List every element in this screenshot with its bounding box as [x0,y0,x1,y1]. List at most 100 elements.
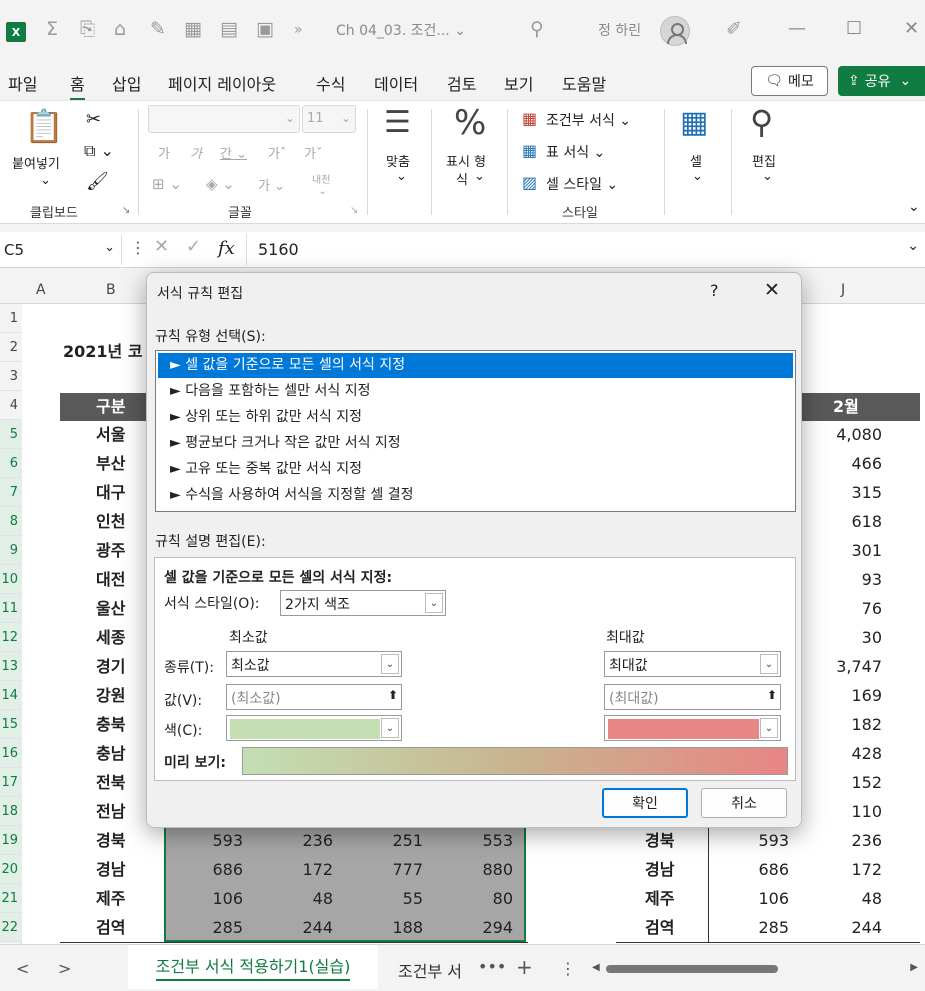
row-header[interactable]: 11 [0,594,22,623]
cells-icon[interactable]: ▦ [680,105,708,140]
value-cell[interactable]: 777 [360,855,423,884]
tab-review[interactable]: 검토 [447,71,476,95]
italic-icon[interactable]: 가 [190,143,202,162]
horizontal-scrollbar[interactable]: ◀ ▶ [592,962,918,975]
max-type-dropdown[interactable]: 최대값 ⌄ [604,651,781,677]
bold-icon[interactable]: 가 [158,143,170,162]
number-format-label-2[interactable]: 식 [456,169,468,188]
region-cell[interactable]: 대전 [96,565,136,594]
align-label[interactable]: 맞춤 [386,151,410,170]
rule-type-item[interactable]: ► 셀 값을 기준으로 모든 셀의 서식 지정 [158,353,793,378]
value-cell[interactable]: 315 [820,478,882,507]
region-cell[interactable]: 강원 [96,681,136,710]
insert-function-icon[interactable]: ⎘ [80,18,95,40]
row-header[interactable]: 7 [0,478,22,507]
number-format-icon[interactable]: ⌂ [114,18,126,40]
region-cell[interactable]: 광주 [96,536,136,565]
scrollbar-thumb[interactable] [606,965,778,973]
help-icon[interactable]: ? [710,281,719,300]
tab-view[interactable]: 보기 [504,71,533,95]
font-color-icon[interactable]: 가 ⌄ [258,175,285,194]
col-header-a[interactable]: A [36,282,46,298]
conditional-format-icon[interactable]: ▦ [522,109,537,128]
table-icon[interactable]: ▦ [184,18,202,40]
value-cell[interactable]: 106 [727,884,789,913]
region-cell[interactable]: 충북 [96,710,136,739]
value-cell[interactable]: 251 [360,826,423,855]
row-header[interactable]: 5 [0,420,22,449]
region-cell[interactable]: 검역 [645,913,685,942]
formula-input[interactable]: 5160 [258,240,299,259]
more-options-icon[interactable]: ⋮ [130,238,146,257]
row-header[interactable]: 15 [0,710,22,739]
maximize-icon[interactable]: ☐ [846,18,862,39]
chevron-down-icon[interactable]: ⌄ [762,169,773,184]
value-cell[interactable]: 110 [820,797,882,826]
copy-icon[interactable]: ⧉ ⌄ [84,141,114,161]
font-name-box[interactable]: ⌄ [148,105,300,133]
value-cell[interactable]: 172 [820,855,882,884]
value-cell[interactable]: 285 [727,913,789,942]
max-value-input[interactable]: (최대값) ⬆ [604,684,781,710]
region-cell[interactable]: 전북 [96,768,136,797]
dialog-launcher-icon[interactable]: ↘ [122,205,130,216]
chevron-down-icon[interactable]: ⌄ [474,169,485,184]
value-cell[interactable]: 182 [820,710,882,739]
value-cell[interactable]: 880 [450,855,513,884]
region-cell[interactable]: 대구 [96,478,136,507]
value-cell[interactable]: 686 [727,855,789,884]
tab-insert[interactable]: 삽입 [112,71,141,95]
value-cell[interactable]: 48 [820,884,882,913]
cell-style-button[interactable]: 셀 스타일 ⌄ [546,174,618,194]
row-header[interactable]: 14 [0,681,22,710]
range-select-icon[interactable]: ⬆ [388,688,398,702]
memo-button[interactable]: 🗨 메모 [751,66,828,96]
row-header[interactable]: 18 [0,797,22,826]
table-style-icon[interactable]: ▤ [220,18,238,40]
value-cell[interactable]: 244 [270,913,333,942]
value-cell[interactable]: 4,080 [820,420,882,449]
row-header[interactable]: 2 [0,333,22,362]
autosum-icon[interactable]: Σ [46,18,58,40]
next-sheet-icon[interactable]: > [58,959,71,978]
value-cell[interactable]: 3,747 [820,652,882,681]
close-icon[interactable]: ✕ [764,279,780,301]
cut-icon[interactable]: ✂ [86,109,101,130]
region-cell[interactable]: 부산 [96,449,136,478]
percent-icon[interactable]: % [454,103,486,143]
cancel-button[interactable]: 취소 [701,788,787,818]
value-cell[interactable]: 106 [180,884,243,913]
value-cell[interactable]: 553 [450,826,513,855]
edit-label[interactable]: 편집 [752,151,776,170]
row-header[interactable]: 13 [0,652,22,681]
row-header[interactable]: 19 [0,826,22,855]
tab-help[interactable]: 도움말 [562,71,606,95]
value-cell[interactable]: 48 [270,884,333,913]
range-select-icon[interactable]: ⬆ [767,688,777,702]
chevron-down-icon[interactable]: ⌄ [40,173,51,188]
region-cell[interactable]: 경남 [96,855,136,884]
more-icon[interactable]: » [294,22,303,38]
ribbon-collapse-icon[interactable]: ⌄ [908,199,920,215]
rule-type-item[interactable]: ► 평균보다 크거나 작은 값만 서식 지정 [158,431,793,456]
region-cell[interactable]: 세종 [96,623,136,652]
window-close-icon[interactable]: ✕ [904,18,919,39]
row-header[interactable]: 21 [0,884,22,913]
freeze-icon[interactable]: ▣ [256,18,274,40]
scroll-left-icon[interactable]: ◀ [592,962,600,973]
insert-function-icon[interactable]: fx [218,238,235,259]
region-cell[interactable]: 경북 [645,826,685,855]
value-cell[interactable]: 236 [820,826,882,855]
row-header[interactable]: 16 [0,739,22,768]
number-format-label[interactable]: 표시 형 [446,151,486,170]
share-button[interactable]: ⇪ 공유 ⌄ [838,66,925,96]
chevron-down-icon[interactable]: ⌄ [907,238,919,254]
region-cell[interactable]: 서울 [96,420,136,449]
cancel-entry-icon[interactable]: ✕ [154,236,169,257]
conditional-format-button[interactable]: 조건부 서식 ⌄ [546,110,631,130]
minimize-icon[interactable]: — [788,18,806,39]
tab-home[interactable]: 홈 [70,71,85,101]
avatar[interactable] [660,16,690,46]
search-icon[interactable]: ⚲ [530,18,544,40]
value-cell[interactable]: 172 [270,855,333,884]
